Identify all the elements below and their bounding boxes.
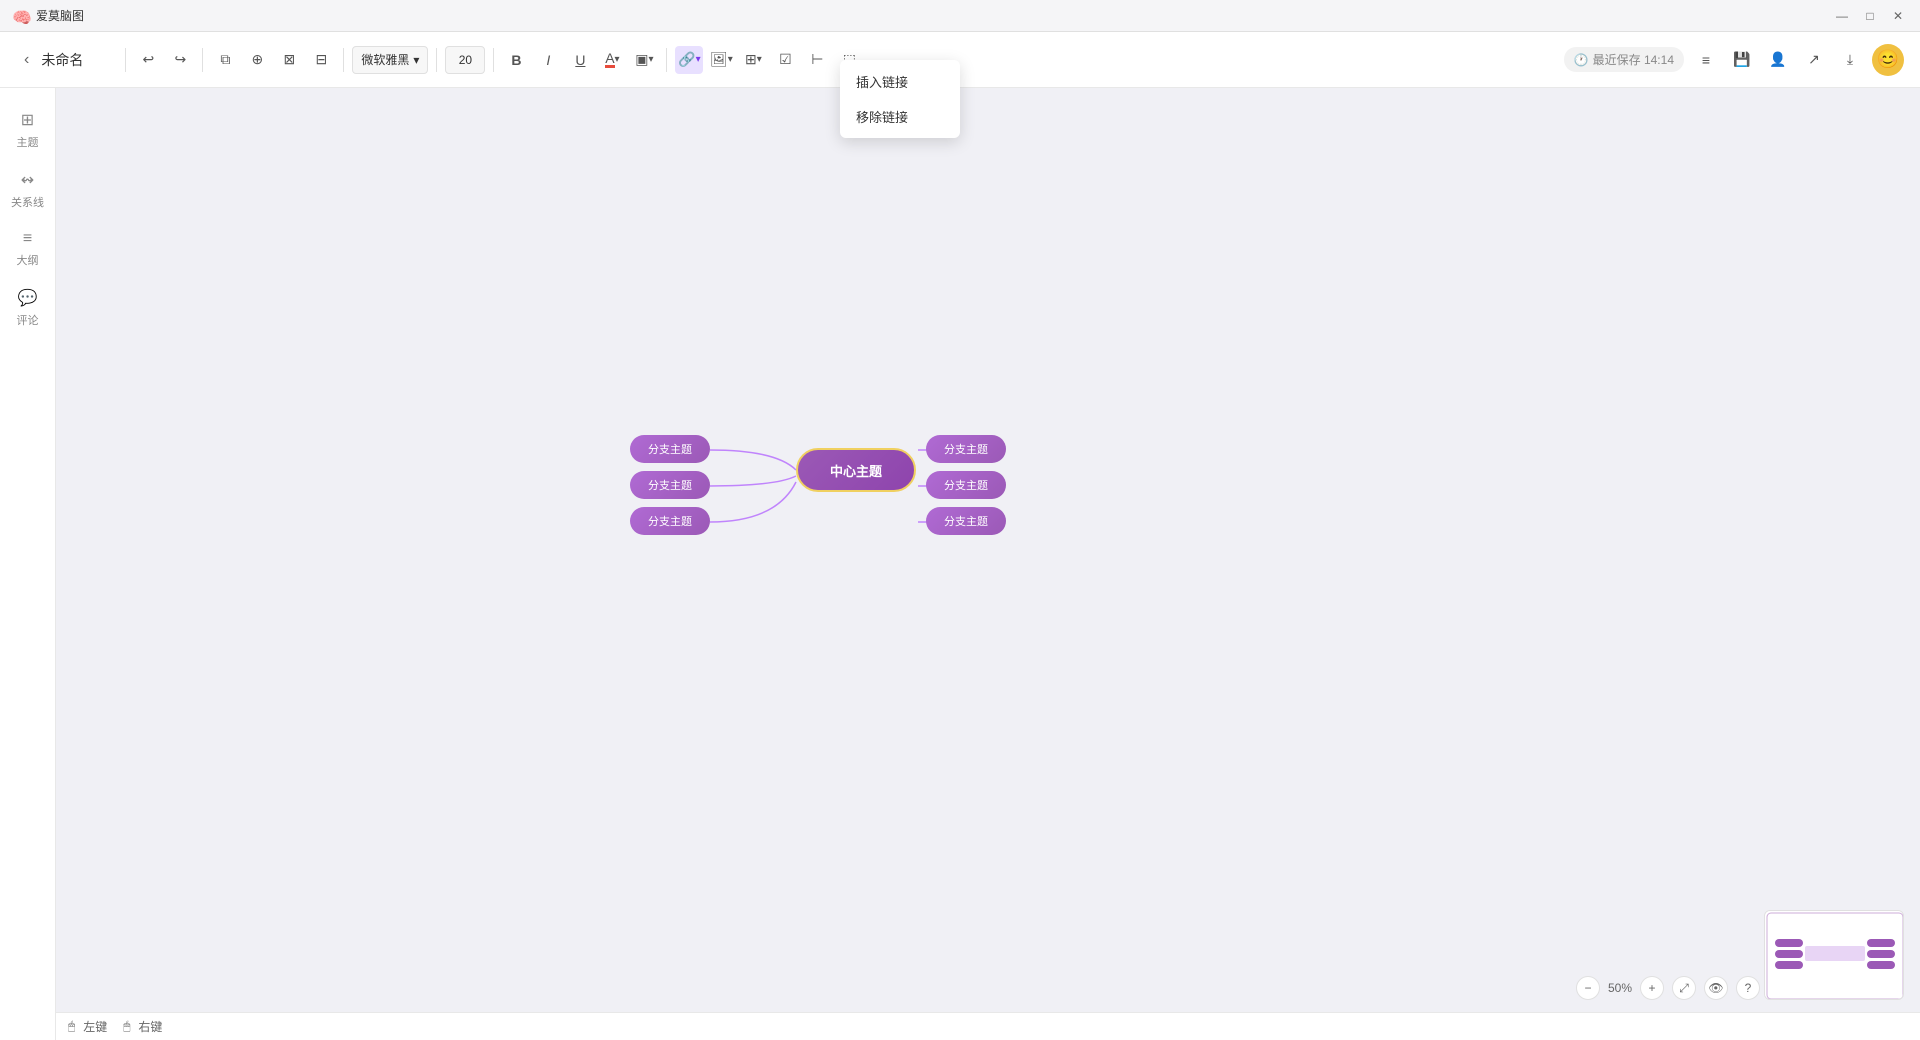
mini-map-svg — [1765, 911, 1904, 1000]
zoom-out-button[interactable]: − — [1576, 976, 1600, 1000]
help-button[interactable]: ? — [1736, 976, 1760, 1000]
fill-color-button[interactable]: ▣ ▾ — [630, 46, 658, 74]
link-dropdown-menu: 插入链接 移除链接 — [840, 60, 960, 138]
comment-icon: 💬 — [18, 288, 38, 308]
undo-button[interactable]: ↩ — [134, 46, 162, 74]
outline-icon: ≡ — [23, 230, 32, 248]
close-button[interactable]: ✕ — [1888, 6, 1908, 26]
branch-node-right-1[interactable]: 分支主题 — [926, 435, 1006, 463]
branch-node-right-3[interactable]: 分支主题 — [926, 507, 1006, 535]
mindmap-svg — [56, 88, 1920, 1012]
sidebar: ⊞ 主题 ↭ 关系线 ≡ 大纲 💬 评论 — [0, 88, 56, 1040]
canvas[interactable]: 中心主题 分支主题 分支主题 分支主题 分支主题 分支主题 分支主题 — [56, 88, 1920, 1012]
user-button[interactable]: 👤 — [1764, 46, 1792, 74]
sidebar-outline-label: 大纲 — [17, 252, 39, 268]
table-button[interactable]: ⊞▾ — [739, 46, 767, 74]
save-status: 🕐 最近保存 14:14 — [1564, 47, 1684, 72]
sidebar-item-outline[interactable]: ≡ 大纲 — [6, 224, 50, 274]
clock-icon: 🕐 — [1574, 53, 1589, 67]
branch-node-left-2[interactable]: 分支主题 — [630, 471, 710, 499]
export-button[interactable]: ⤓ — [1836, 46, 1864, 74]
toolbar: ‹ 未命名 ↩ ↪ ⧉ ⊕ ⊠ ⊟ 微软雅黑 ▾ 20 B I U A ▾ ▣ … — [0, 32, 1920, 88]
sidebar-item-comment[interactable]: 💬 评论 — [6, 282, 50, 334]
underline-button[interactable]: U — [566, 46, 594, 74]
divider-5 — [493, 48, 494, 72]
app-icon: 🧠 — [12, 8, 28, 24]
font-size-selector[interactable]: 20 — [445, 46, 485, 74]
fill-color-dropdown-icon: ▾ — [648, 54, 653, 65]
branch-node-left-3[interactable]: 分支主题 — [630, 507, 710, 535]
center-node[interactable]: 中心主题 — [796, 448, 916, 492]
window-controls: — □ ✕ — [1832, 6, 1908, 26]
fit-button[interactable]: ⤢ — [1672, 976, 1696, 1000]
left-click-label: 左键 — [83, 1018, 107, 1035]
sidebar-item-relation[interactable]: ↭ 关系线 — [6, 164, 50, 216]
divider-1 — [125, 48, 126, 72]
branch-node-left-1[interactable]: 分支主题 — [630, 435, 710, 463]
mini-map[interactable] — [1764, 910, 1904, 1000]
insert-link-item[interactable]: 插入链接 — [840, 64, 960, 99]
divider-6 — [666, 48, 667, 72]
maximize-button[interactable]: □ — [1860, 6, 1880, 26]
branch-button[interactable]: ⊢ — [803, 46, 831, 74]
user-avatar[interactable]: 😊 — [1872, 44, 1904, 76]
save-status-text: 最近保存 14:14 — [1593, 51, 1674, 68]
save-button[interactable]: 💾 — [1728, 46, 1756, 74]
right-click-label: 右键 — [138, 1018, 162, 1035]
zoom-level: 50% — [1608, 981, 1632, 995]
right-click-icon: 🖱 — [123, 1019, 130, 1034]
link-button[interactable]: 🔗▾ — [675, 46, 703, 74]
font-color-dropdown-icon: ▾ — [615, 54, 620, 65]
zoom-controls: − 50% + ⤢ 👁 ? — [1576, 976, 1760, 1000]
branch-node-right-2[interactable]: 分支主题 — [926, 471, 1006, 499]
back-button[interactable]: ‹ — [16, 47, 37, 73]
font-size-value: 20 — [459, 53, 472, 67]
app-title: 爱莫脑图 — [36, 7, 1832, 24]
copy-button[interactable]: ⊕ — [243, 46, 271, 74]
bottom-bar: 🖱 左键 🖱 右键 — [56, 1012, 1920, 1040]
toolbar-right: 🕐 最近保存 14:14 ≡ 💾 👤 ↗ ⤓ 😊 — [1564, 44, 1904, 76]
divider-2 — [202, 48, 203, 72]
font-name: 微软雅黑 — [361, 51, 409, 68]
sidebar-theme-label: 主题 — [17, 134, 39, 150]
left-click-icon: 🖱 — [68, 1019, 75, 1034]
redo-button[interactable]: ↪ — [166, 46, 194, 74]
mini-map-content — [1765, 911, 1903, 999]
sidebar-item-theme[interactable]: ⊞ 主题 — [6, 104, 50, 156]
italic-button[interactable]: I — [534, 46, 562, 74]
document-title[interactable]: 未命名 — [41, 50, 101, 70]
eye-button[interactable]: 👁 — [1704, 976, 1728, 1000]
divider-3 — [343, 48, 344, 72]
sidebar-relation-label: 关系线 — [11, 194, 44, 210]
layout-button[interactable]: ≡ — [1692, 46, 1720, 74]
remove-link-item[interactable]: 移除链接 — [840, 99, 960, 134]
font-selector[interactable]: 微软雅黑 ▾ — [352, 46, 428, 74]
font-dropdown-icon: ▾ — [413, 53, 419, 67]
minimize-button[interactable]: — — [1832, 6, 1852, 26]
share-button[interactable]: ↗ — [1800, 46, 1828, 74]
theme-icon: ⊞ — [21, 110, 34, 130]
image-button[interactable]: 🖼▾ — [707, 46, 735, 74]
clone-button[interactable]: ⊟ — [307, 46, 335, 74]
relation-icon: ↭ — [21, 170, 34, 190]
sidebar-comment-label: 评论 — [17, 312, 39, 328]
filter-button[interactable]: ⧉ — [211, 46, 239, 74]
title-bar: 🧠 爱莫脑图 — □ ✕ — [0, 0, 1920, 32]
checkbox-button[interactable]: ☑ — [771, 46, 799, 74]
divider-4 — [436, 48, 437, 72]
bold-button[interactable]: B — [502, 46, 530, 74]
font-color-button[interactable]: A ▾ — [598, 46, 626, 74]
paste-button[interactable]: ⊠ — [275, 46, 303, 74]
zoom-in-button[interactable]: + — [1640, 976, 1664, 1000]
